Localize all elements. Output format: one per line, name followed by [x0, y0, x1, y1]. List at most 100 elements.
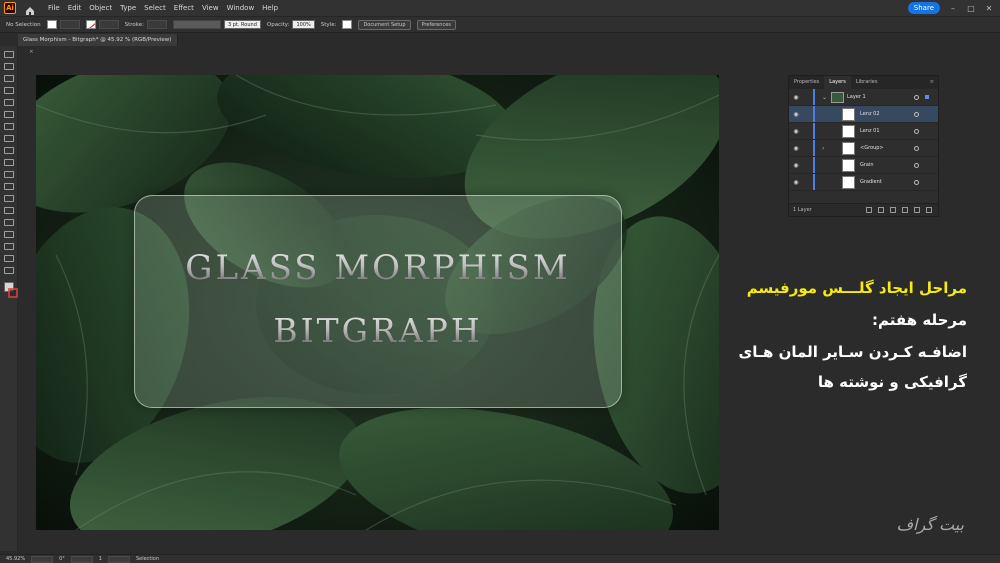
shape-builder-tool-icon[interactable]: [4, 183, 14, 190]
menu-items: File Edit Object Type Select Effect View…: [48, 4, 278, 12]
paintbrush-tool-icon[interactable]: [4, 111, 14, 118]
layer-color-bar: [813, 174, 815, 190]
export-icon[interactable]: [866, 207, 872, 213]
trash-icon[interactable]: [926, 207, 932, 213]
chevron-right-icon[interactable]: ›: [822, 145, 824, 152]
document-tab[interactable]: Glass Morphism - Bitgraph* @ 45.92 % (RG…: [18, 34, 178, 55]
symbol-sprayer-tool-icon[interactable]: [4, 231, 14, 238]
maximize-button[interactable]: □: [966, 4, 976, 13]
clipping-mask-icon[interactable]: [890, 207, 896, 213]
direct-selection-tool-icon[interactable]: [4, 63, 14, 70]
target-icon[interactable]: [914, 111, 919, 117]
opacity-label[interactable]: Opacity:: [267, 22, 290, 28]
visibility-eye-icon[interactable]: ◉: [792, 162, 800, 169]
menu-help[interactable]: Help: [262, 4, 278, 12]
stroke-weight-field[interactable]: [146, 20, 167, 29]
layer-color-bar: [813, 106, 815, 122]
variable-width-profile[interactable]: [172, 20, 221, 29]
layer-row[interactable]: ◉ Gradient: [789, 174, 938, 191]
eraser-tool-icon[interactable]: [4, 171, 14, 178]
menu-file[interactable]: File: [48, 4, 60, 12]
fill-swatch[interactable]: [46, 20, 57, 29]
target-icon[interactable]: [914, 94, 919, 100]
tab-libraries[interactable]: Libraries: [851, 76, 883, 89]
menu-select[interactable]: Select: [144, 4, 166, 12]
blend-tool-icon[interactable]: [4, 219, 14, 226]
target-icon[interactable]: [914, 145, 919, 151]
artboard[interactable]: GLASS MORPHISM BITGRAPH: [36, 75, 719, 530]
layer-name[interactable]: Lenz 02: [860, 111, 880, 117]
curvature-tool-icon[interactable]: [4, 87, 14, 94]
selection-tool-icon[interactable]: [4, 51, 14, 58]
share-button[interactable]: Share: [907, 2, 940, 14]
hand-tool-icon[interactable]: [4, 255, 14, 262]
target-icon[interactable]: [914, 162, 919, 168]
menu-edit[interactable]: Edit: [68, 4, 82, 12]
style-swatch[interactable]: [342, 20, 353, 29]
document-setup-button[interactable]: Document Setup: [358, 19, 411, 30]
stroke-label[interactable]: Stroke:: [125, 22, 144, 28]
tab-properties[interactable]: Properties: [789, 76, 824, 89]
layer-count: 1 Layer: [793, 207, 812, 213]
tab-layers[interactable]: Layers: [824, 76, 851, 89]
rotate-tool-icon[interactable]: [4, 147, 14, 154]
menu-window[interactable]: Window: [227, 4, 255, 12]
menu-bar: Ai File Edit Object Type Select Effect V…: [0, 0, 1000, 16]
layer-row[interactable]: ◉ ⌄ Layer 1: [789, 89, 938, 106]
layer-row[interactable]: ◉ Lenz 02: [789, 106, 938, 123]
close-button[interactable]: ✕: [984, 4, 994, 13]
stroke-swatch[interactable]: [85, 20, 96, 29]
layer-row[interactable]: ◉ Lenz 01: [789, 123, 938, 140]
new-sublayer-icon[interactable]: [902, 207, 908, 213]
zoom-tool-icon[interactable]: [4, 267, 14, 274]
visibility-eye-icon[interactable]: ◉: [792, 179, 800, 186]
close-tab-icon[interactable]: ×: [29, 49, 34, 55]
rotation-dropdown[interactable]: [70, 555, 93, 563]
locate-object-icon[interactable]: [878, 207, 884, 213]
selection-indicator[interactable]: [925, 95, 929, 99]
rectangle-tool-icon[interactable]: [4, 99, 14, 106]
layer-name[interactable]: Gradient: [860, 179, 882, 185]
zoom-level[interactable]: 45.92%: [6, 556, 25, 562]
type-tool-icon[interactable]: [4, 135, 14, 142]
artboard-number[interactable]: 1: [99, 556, 102, 562]
visibility-eye-icon[interactable]: ◉: [792, 145, 800, 152]
minimize-button[interactable]: –: [948, 4, 958, 13]
menu-object[interactable]: Object: [89, 4, 112, 12]
pen-tool-icon[interactable]: [4, 75, 14, 82]
gradient-tool-icon[interactable]: [4, 195, 14, 202]
new-layer-icon[interactable]: [914, 207, 920, 213]
eyedropper-tool-icon[interactable]: [4, 207, 14, 214]
menu-type[interactable]: Type: [120, 4, 136, 12]
visibility-eye-icon[interactable]: ◉: [792, 94, 800, 101]
stroke-dropdown[interactable]: [98, 20, 119, 29]
fill-dropdown[interactable]: [59, 20, 80, 29]
artboard-tool-icon[interactable]: [4, 243, 14, 250]
panel-menu-icon[interactable]: ≡: [925, 76, 938, 89]
menu-effect[interactable]: Effect: [174, 4, 194, 12]
chevron-down-icon[interactable]: ⌄: [822, 94, 827, 101]
layer-thumbnail: [842, 142, 855, 155]
stroke-color-icon[interactable]: [8, 288, 18, 298]
pencil-tool-icon[interactable]: [4, 123, 14, 130]
rotation-value[interactable]: 0°: [59, 556, 65, 562]
layer-row[interactable]: ◉ › <Group>: [789, 140, 938, 157]
layer-name[interactable]: Grain: [860, 162, 874, 168]
visibility-eye-icon[interactable]: ◉: [792, 111, 800, 118]
layer-name[interactable]: Layer 1: [847, 94, 866, 100]
home-icon[interactable]: [24, 2, 36, 15]
layer-row[interactable]: ◉ Grain: [789, 157, 938, 174]
brush-definition[interactable]: 3 pt. Round: [223, 20, 261, 29]
target-icon[interactable]: [914, 128, 919, 134]
selection-status: No Selection: [6, 21, 41, 28]
artboard-navigator[interactable]: [107, 555, 130, 563]
layer-name[interactable]: <Group>: [860, 145, 884, 151]
menu-view[interactable]: View: [202, 4, 219, 12]
visibility-eye-icon[interactable]: ◉: [792, 128, 800, 135]
zoom-dropdown[interactable]: [31, 555, 54, 563]
opacity-field[interactable]: 100%: [292, 20, 315, 29]
preferences-button[interactable]: Preferences: [416, 19, 456, 30]
target-icon[interactable]: [914, 179, 919, 185]
scale-tool-icon[interactable]: [4, 159, 14, 166]
layer-name[interactable]: Lenz 01: [860, 128, 880, 134]
